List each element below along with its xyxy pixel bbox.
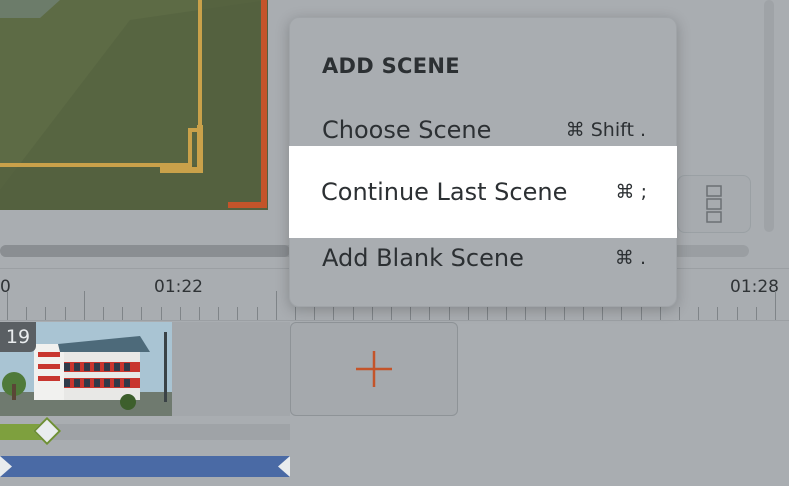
ruler-tick (276, 291, 277, 321)
ruler-tick (7, 291, 8, 321)
ruler-label: 01:22 (154, 277, 203, 297)
ruler-tick (65, 307, 66, 321)
menu-item-add-blank-scene[interactable]: Add Blank Scene ⌘ . (290, 226, 676, 290)
menu-item-shortcut: ⌘ ; (615, 181, 647, 203)
ruler-tick (679, 307, 680, 321)
ruler-tick (564, 307, 565, 321)
plus-icon (356, 351, 392, 387)
ruler-tick (103, 307, 104, 321)
ruler-tick (525, 307, 526, 321)
ruler-tick (122, 307, 123, 321)
ruler-tick (429, 307, 430, 321)
ruler-tick (775, 291, 776, 321)
ruler-tick (545, 307, 546, 321)
ruler-tick (756, 307, 757, 321)
menu-item-shortcut: ⌘ . (614, 247, 646, 269)
ruler-tick (698, 307, 699, 321)
menu-item-shortcut: ⌘ Shift . (565, 119, 646, 141)
ruler-tick (372, 307, 373, 321)
ruler-tick (468, 307, 469, 321)
ruler-tick (737, 307, 738, 321)
vertical-scrollbar[interactable] (764, 0, 774, 232)
menu-header: ADD SCENE (322, 54, 460, 78)
ruler-tick (199, 307, 200, 321)
layout-toggle-button[interactable] (677, 175, 751, 233)
ruler-tick (449, 307, 450, 321)
ruler-tick (314, 307, 315, 321)
scene-canvas-preview[interactable] (0, 0, 268, 210)
duration-handle-left[interactable] (0, 456, 12, 477)
menu-item-continue-last-scene[interactable]: Continue Last Scene ⌘ ; (289, 146, 677, 238)
scene-number-badge: 19 (0, 322, 36, 352)
add-scene-button[interactable] (290, 322, 458, 416)
add-scene-menu: ADD SCENE Choose Scene ⌘ Shift . Continu… (289, 17, 677, 307)
ruler-tick (161, 307, 162, 321)
ruler-tick (391, 307, 392, 321)
menu-item-label: Continue Last Scene (321, 178, 568, 206)
scene-duration-bar[interactable] (0, 456, 290, 477)
ruler-tick (237, 307, 238, 321)
horizontal-scrollbar-thumb[interactable] (0, 245, 290, 257)
ruler-tick (295, 307, 296, 321)
ruler-tick (45, 307, 46, 321)
ruler-tick (660, 307, 661, 321)
ruler-tick (621, 307, 622, 321)
ruler-tick (410, 307, 411, 321)
ruler-tick (506, 307, 507, 321)
ruler-tick (333, 307, 334, 321)
ruler-label: 01:28 (730, 277, 779, 297)
ruler-tick (717, 307, 718, 321)
grid-icon (706, 185, 722, 223)
ruler-tick (602, 307, 603, 321)
ruler-tick (218, 307, 219, 321)
menu-item-label: Add Blank Scene (322, 244, 524, 272)
ruler-tick (353, 307, 354, 321)
ruler-tick (487, 307, 488, 321)
ruler-tick (180, 307, 181, 321)
ruler-tick (257, 307, 258, 321)
menu-item-label: Choose Scene (322, 116, 492, 144)
duration-handle-right[interactable] (278, 456, 290, 477)
canvas-illustration (0, 0, 268, 210)
ruler-tick (141, 307, 142, 321)
ruler-tick (26, 307, 27, 321)
ruler-tick (641, 307, 642, 321)
ruler-label: 0 (0, 277, 11, 297)
scene-empty-area (172, 322, 290, 416)
ruler-tick (84, 291, 85, 321)
